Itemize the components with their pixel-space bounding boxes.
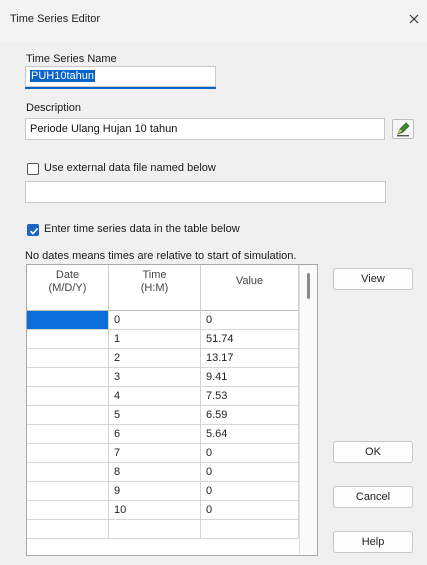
title-bar: Time Series Editor — [0, 0, 427, 42]
time-cell[interactable]: 4 — [109, 387, 201, 406]
description-label: Description — [26, 102, 82, 114]
date-column-header: Date (M/D/Y) — [27, 265, 109, 311]
date-cell[interactable] — [27, 311, 109, 330]
date-cell[interactable] — [27, 444, 109, 463]
series-name-input[interactable]: PUH10tahun — [25, 66, 216, 87]
date-cell[interactable] — [27, 349, 109, 368]
time-cell[interactable]: 0 — [109, 311, 201, 330]
value-cell[interactable]: 0 — [201, 463, 299, 482]
table-row[interactable]: 1 51.74 — [27, 330, 299, 349]
table-row[interactable]: 6 5.64 — [27, 425, 299, 444]
date-cell[interactable] — [27, 330, 109, 349]
date-cell[interactable] — [27, 368, 109, 387]
window-title: Time Series Editor — [10, 13, 101, 25]
time-cell[interactable] — [109, 520, 201, 539]
relative-time-note: No dates means times are relative to sta… — [25, 250, 297, 262]
table-row[interactable]: 70 — [27, 444, 299, 463]
time-cell[interactable]: 2 — [109, 349, 201, 368]
value-cell[interactable]: 7.53 — [201, 387, 299, 406]
edit-description-button[interactable] — [392, 119, 414, 139]
time-cell[interactable]: 9 — [109, 482, 201, 501]
time-cell[interactable]: 10 — [109, 501, 201, 520]
value-column-header: Value — [201, 265, 299, 311]
table-scrollbar[interactable] — [299, 265, 317, 555]
time-cell[interactable]: 1 — [109, 330, 201, 349]
table-row[interactable]: 5 6.59 — [27, 406, 299, 425]
cancel-button[interactable]: Cancel — [333, 486, 413, 508]
time-series-table[interactable]: Date (M/D/Y) Time (H:M) Value 0 0 1 51.74 2 13.… — [26, 264, 318, 556]
date-cell[interactable] — [27, 387, 109, 406]
description-input[interactable]: Periode Ulang Hujan 10 tahun — [25, 118, 385, 140]
close-icon[interactable] — [406, 11, 422, 27]
value-cell[interactable] — [201, 520, 299, 539]
help-button[interactable]: Help — [333, 531, 413, 553]
value-cell[interactable]: 0 — [201, 482, 299, 501]
value-cell[interactable]: 0 — [201, 501, 299, 520]
ok-button[interactable]: OK — [333, 441, 413, 463]
view-button[interactable]: View — [333, 268, 413, 290]
value-cell[interactable]: 51.74 — [201, 330, 299, 349]
use-external-file-label: Use external data file named below — [44, 162, 216, 174]
series-name-value: PUH10tahun — [30, 70, 95, 82]
date-cell[interactable] — [27, 501, 109, 520]
value-cell[interactable]: 13.17 — [201, 349, 299, 368]
enter-table-checkbox[interactable] — [27, 224, 39, 236]
time-cell[interactable]: 7 — [109, 444, 201, 463]
external-file-input[interactable] — [25, 181, 386, 203]
date-cell[interactable] — [27, 463, 109, 482]
value-cell[interactable]: 0 — [201, 444, 299, 463]
scrollbar-thumb[interactable] — [307, 273, 310, 299]
date-cell[interactable] — [27, 425, 109, 444]
date-cell[interactable] — [27, 520, 109, 539]
checkmark-icon — [29, 227, 39, 235]
value-cell[interactable]: 5.64 — [201, 425, 299, 444]
time-cell[interactable]: 5 — [109, 406, 201, 425]
table-row[interactable]: 00 — [27, 311, 299, 330]
date-cell[interactable] — [27, 406, 109, 425]
table-row[interactable]: 80 — [27, 463, 299, 482]
time-cell[interactable]: 6 — [109, 425, 201, 444]
enter-table-label: Enter time series data in the table belo… — [44, 223, 240, 235]
series-name-label: Time Series Name — [26, 53, 117, 65]
edit-pencil-icon — [397, 122, 410, 137]
table-row[interactable]: 90 — [27, 482, 299, 501]
value-cell[interactable]: 0 — [201, 311, 299, 330]
use-external-file-checkbox[interactable] — [27, 163, 39, 175]
value-cell[interactable]: 6.59 — [201, 406, 299, 425]
time-cell[interactable]: 8 — [109, 463, 201, 482]
table-row[interactable]: 2 13.17 — [27, 349, 299, 368]
table-row[interactable] — [27, 520, 299, 539]
date-cell[interactable] — [27, 482, 109, 501]
time-column-header: Time (H:M) — [109, 265, 201, 311]
series-name-focus-underline — [25, 87, 216, 89]
table-row[interactable]: 4 7.53 — [27, 387, 299, 406]
table-row[interactable]: 3 9.41 — [27, 368, 299, 387]
value-cell[interactable]: 9.41 — [201, 368, 299, 387]
time-cell[interactable]: 3 — [109, 368, 201, 387]
table-row[interactable]: 10 0 — [27, 501, 299, 520]
